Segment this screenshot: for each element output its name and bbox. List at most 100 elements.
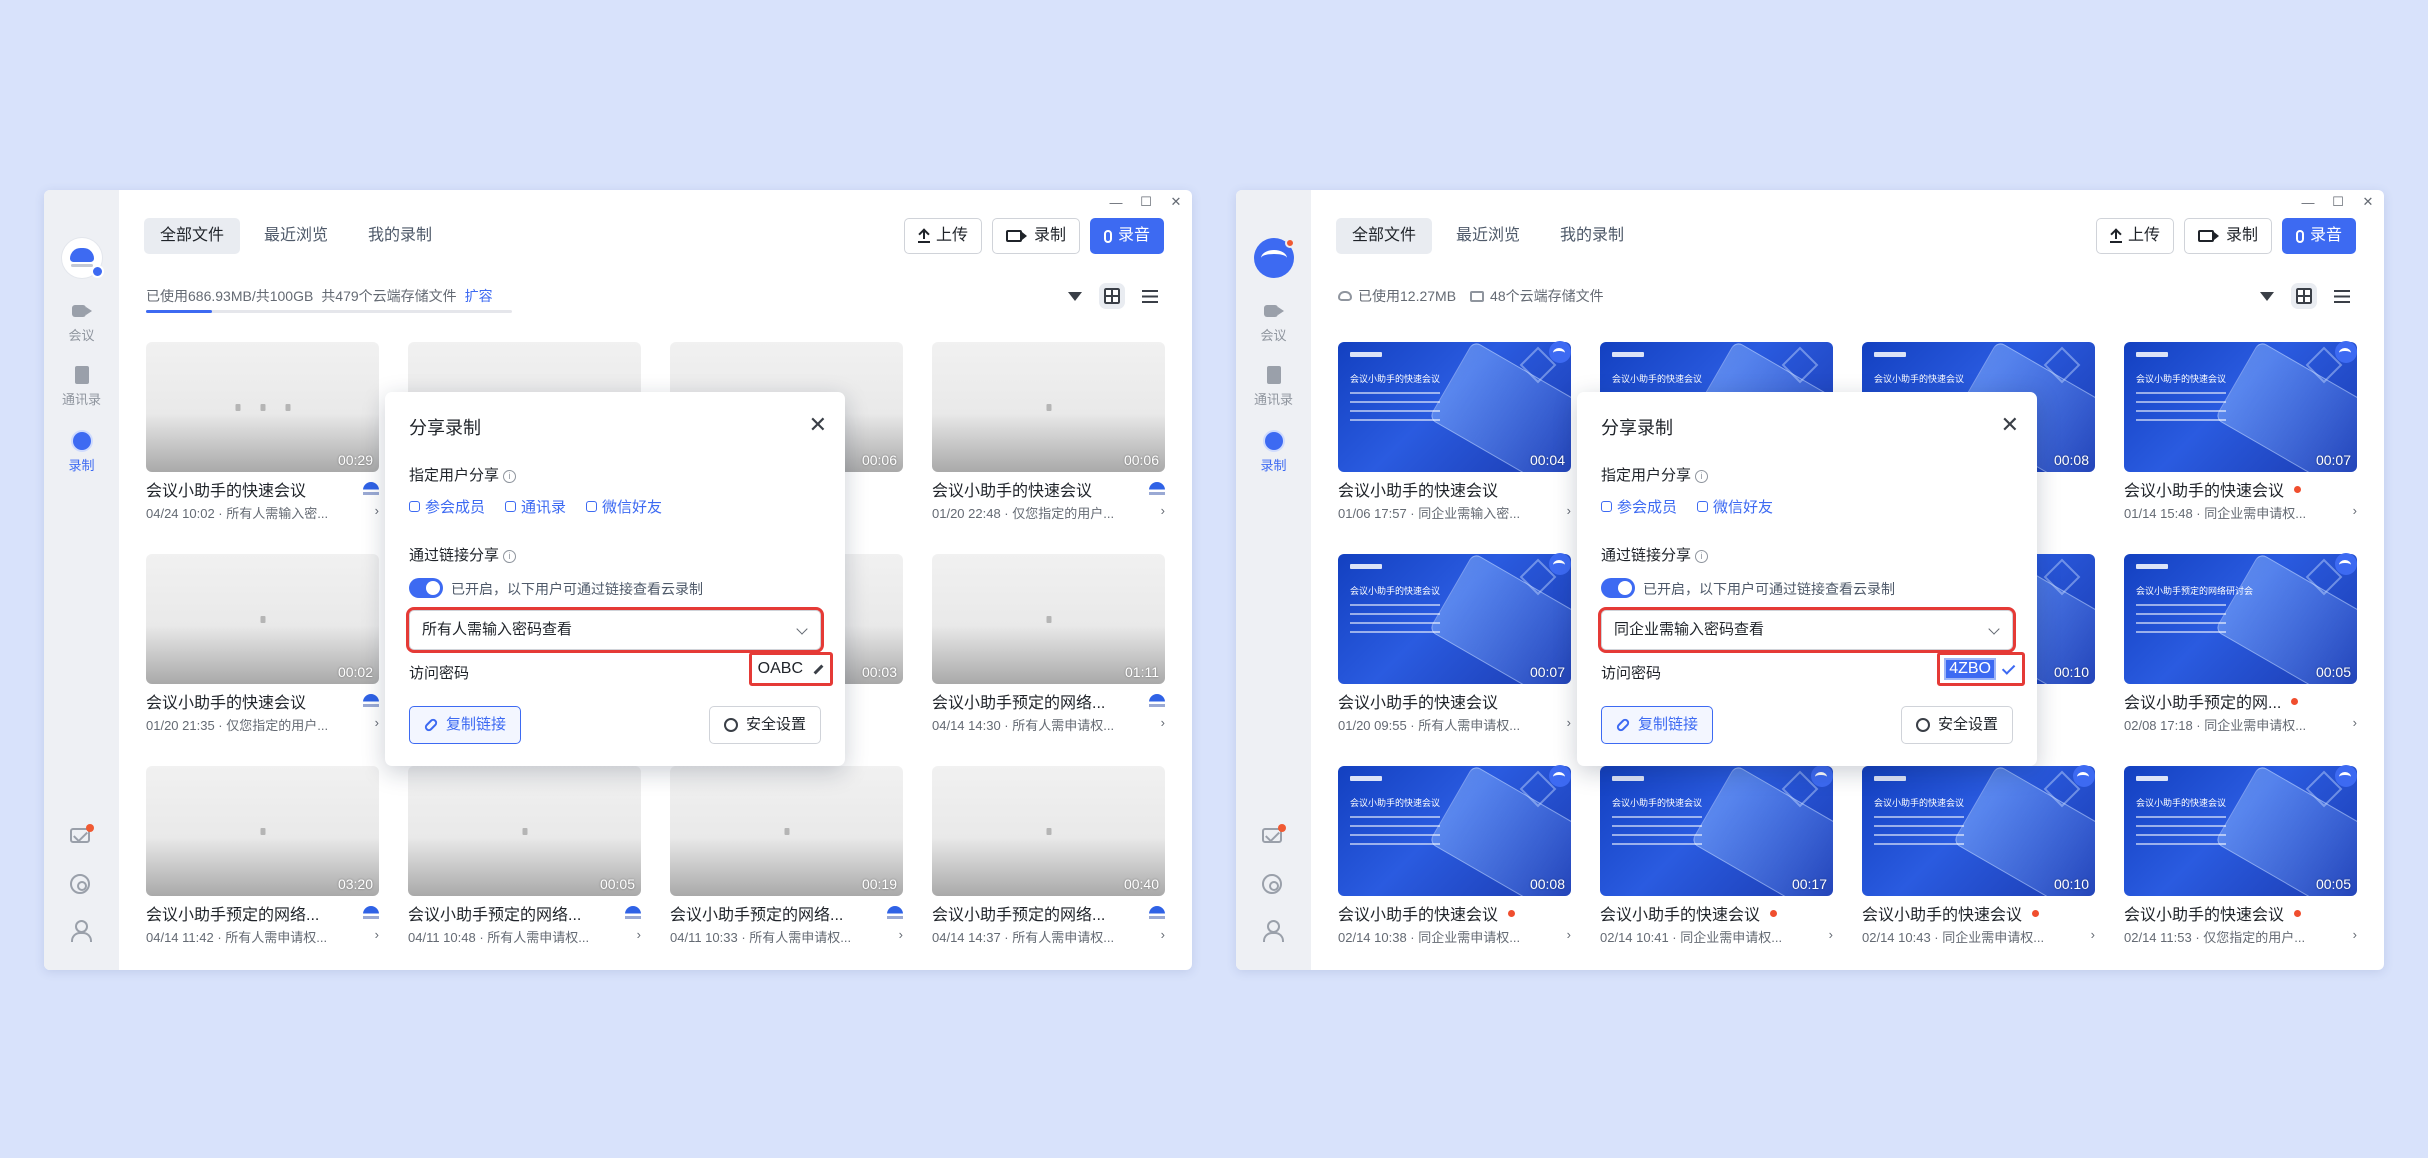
copy-link-button[interactable]: 复制链接 <box>409 706 522 744</box>
tab-recent[interactable]: 最近浏览 <box>248 218 344 254</box>
recording-card[interactable]: 腾讯会议会议小助手预定的网络研讨会 00:05 会议小助手预定的网... 02/08 … <box>2124 553 2357 734</box>
chevron-right-icon[interactable]: › <box>1829 927 1833 942</box>
recording-card[interactable]: 腾讯会议会议小助手的快速会议 00:04 会议小助手的快速会议 01/06 17:57… <box>1338 341 1571 522</box>
recording-card[interactable]: 腾讯会议会议小助手的快速会议 00:05 会议小助手的快速会议 02/14 11:53… <box>2124 765 2357 946</box>
share-target-0[interactable]: 参会成员 <box>1601 496 1677 517</box>
sidebar-item-recordings[interactable]: 录制 <box>44 432 119 474</box>
video-thumbnail[interactable]: 腾讯会议会议小助手的快速会议 00:07 <box>1338 554 1571 684</box>
audio-record-button[interactable]: 录音 <box>2281 218 2356 254</box>
settings-gear-icon[interactable] <box>70 874 90 894</box>
chevron-right-icon[interactable]: › <box>2353 503 2357 518</box>
link-share-toggle[interactable] <box>409 578 443 598</box>
settings-gear-icon[interactable] <box>1262 874 1282 894</box>
sidebar-item-meetings[interactable]: 会议 <box>1236 302 1311 344</box>
chevron-right-icon[interactable]: › <box>1161 927 1165 942</box>
video-thumbnail[interactable]: 00:06 <box>932 342 1165 472</box>
video-thumbnail[interactable]: 腾讯会议会议小助手的快速会议 00:05 <box>2124 766 2357 896</box>
tab-my-recordings[interactable]: 我的录制 <box>352 218 448 254</box>
chevron-right-icon[interactable]: › <box>1161 503 1165 518</box>
user-profile-icon[interactable] <box>1262 920 1284 942</box>
recording-card[interactable]: 00:40 会议小助手预定的网络... 04/14 14:37 · 所有人需申请权.… <box>932 766 1165 946</box>
sidebar-item-recordings[interactable]: 录制 <box>1236 432 1311 474</box>
audio-record-button[interactable]: 录音 <box>1089 218 1164 254</box>
chevron-right-icon[interactable]: › <box>375 927 379 942</box>
info-icon[interactable]: i <box>503 470 517 483</box>
copy-link-button[interactable]: 复制链接 <box>1601 706 1714 744</box>
recording-card[interactable]: 腾讯会议会议小助手的快速会议 00:07 会议小助手的快速会议 01/20 09:55… <box>1338 553 1571 734</box>
permission-select[interactable]: 同企业需输入密码查看 <box>1598 607 2016 653</box>
sidebar-item-contacts[interactable]: 通讯录 <box>1236 366 1311 408</box>
info-icon[interactable]: i <box>503 550 517 563</box>
upload-button[interactable]: 上传 <box>903 218 982 254</box>
video-thumbnail[interactable]: 腾讯会议会议小助手的快速会议 00:10 <box>1862 766 2095 896</box>
maximize-button[interactable]: ☐ <box>1140 194 1152 209</box>
video-thumbnail[interactable]: 00:02 <box>146 554 379 684</box>
video-thumbnail[interactable]: 腾讯会议会议小助手的快速会议 00:07 <box>2124 342 2357 472</box>
tab-all-files[interactable]: 全部文件 <box>144 218 241 254</box>
recording-card[interactable]: 00:02 会议小助手的快速会议 01/20 21:35 · 仅您指定的用户... › <box>146 554 379 734</box>
minimize-button[interactable]: — <box>1110 195 1123 210</box>
list-view-icon[interactable] <box>1142 289 1158 303</box>
sidebar-item-meetings[interactable]: 会议 <box>44 302 119 344</box>
close-window-button[interactable]: ✕ <box>2362 194 2374 209</box>
tab-my-recordings[interactable]: 我的录制 <box>1544 218 1640 254</box>
security-settings-button[interactable]: 安全设置 <box>1900 706 2013 744</box>
video-thumbnail[interactable]: 03:20 <box>146 766 379 896</box>
grid-view-icon[interactable] <box>2291 283 2317 309</box>
chevron-right-icon[interactable]: › <box>375 715 379 730</box>
maximize-button[interactable]: ☐ <box>2332 194 2344 209</box>
edit-pencil-icon[interactable] <box>813 664 824 674</box>
close-icon[interactable]: ✕ <box>809 412 827 438</box>
video-thumbnail[interactable]: 腾讯会议会议小助手预定的网络研讨会 00:05 <box>2124 554 2357 684</box>
password-field[interactable]: 4ZBO <box>1937 652 2025 686</box>
recording-card[interactable]: 00:19 会议小助手预定的网络... 04/11 10:33 · 所有人需申请权.… <box>670 766 903 946</box>
tab-all-files[interactable]: 全部文件 <box>1336 218 1433 254</box>
filter-icon[interactable] <box>2260 291 2274 301</box>
sidebar-item-contacts[interactable]: 通讯录 <box>44 366 119 408</box>
upload-button[interactable]: 上传 <box>2095 218 2174 254</box>
share-target-0[interactable]: 参会成员 <box>409 496 485 517</box>
share-target-1[interactable]: 微信好友 <box>1697 496 1773 517</box>
expand-storage-link[interactable]: 扩容 <box>465 286 493 306</box>
tab-recent[interactable]: 最近浏览 <box>1440 218 1536 254</box>
minimize-button[interactable]: — <box>2302 195 2315 210</box>
info-icon[interactable]: i <box>1695 470 1709 483</box>
chevron-right-icon[interactable]: › <box>1567 715 1571 730</box>
recording-card[interactable]: 腾讯会议会议小助手的快速会议 00:08 会议小助手的快速会议 02/14 10:38… <box>1338 765 1571 946</box>
link-share-toggle[interactable] <box>1601 578 1635 598</box>
video-thumbnail[interactable]: 00:29 <box>146 342 379 472</box>
video-thumbnail[interactable]: 腾讯会议会议小助手的快速会议 00:08 <box>1338 766 1571 896</box>
filter-icon[interactable] <box>1068 291 1082 301</box>
chevron-right-icon[interactable]: › <box>2353 715 2357 730</box>
app-logo[interactable] <box>1254 238 1295 278</box>
recording-card[interactable]: 00:06 会议小助手的快速会议 01/20 22:48 · 仅您指定的用户... › <box>932 342 1165 522</box>
app-logo[interactable] <box>62 238 104 278</box>
video-thumbnail[interactable]: 00:05 <box>408 766 641 896</box>
user-profile-icon[interactable] <box>70 920 92 942</box>
info-icon[interactable]: i <box>1695 550 1709 563</box>
video-thumbnail[interactable]: 00:19 <box>670 766 903 896</box>
confirm-check-icon[interactable] <box>2001 660 2016 675</box>
recording-card[interactable]: 00:29 会议小助手的快速会议 04/24 10:02 · 所有人需输入密... › <box>146 342 379 522</box>
mail-icon[interactable] <box>70 824 94 843</box>
chevron-right-icon[interactable]: › <box>1567 927 1571 942</box>
recording-card[interactable]: 01:11 会议小助手预定的网络... 04/14 14:30 · 所有人需申请权.… <box>932 554 1165 734</box>
recording-card[interactable]: 00:05 会议小助手预定的网络... 04/11 10:48 · 所有人需申请权.… <box>408 766 641 946</box>
permission-select[interactable]: 所有人需输入密码查看 <box>406 607 824 653</box>
security-settings-button[interactable]: 安全设置 <box>708 706 821 744</box>
video-thumbnail[interactable]: 腾讯会议会议小助手的快速会议 00:17 <box>1600 766 1833 896</box>
record-button[interactable]: 录制 <box>2183 218 2272 254</box>
list-view-icon[interactable] <box>2334 289 2350 303</box>
video-thumbnail[interactable]: 腾讯会议会议小助手的快速会议 00:04 <box>1338 342 1571 472</box>
video-thumbnail[interactable]: 01:11 <box>932 554 1165 684</box>
chevron-right-icon[interactable]: › <box>375 503 379 518</box>
close-icon[interactable]: ✕ <box>2001 412 2019 438</box>
record-button[interactable]: 录制 <box>991 218 1080 254</box>
recording-card[interactable]: 腾讯会议会议小助手的快速会议 00:17 会议小助手的快速会议 02/14 10:41… <box>1600 765 1833 946</box>
recording-card[interactable]: 03:20 会议小助手预定的网络... 04/14 11:42 · 所有人需申请权.… <box>146 766 379 946</box>
share-target-1[interactable]: 通讯录 <box>505 496 566 517</box>
grid-view-icon[interactable] <box>1099 283 1125 309</box>
mail-icon[interactable] <box>1262 824 1286 843</box>
video-thumbnail[interactable]: 00:40 <box>932 766 1165 896</box>
chevron-right-icon[interactable]: › <box>1567 503 1571 518</box>
